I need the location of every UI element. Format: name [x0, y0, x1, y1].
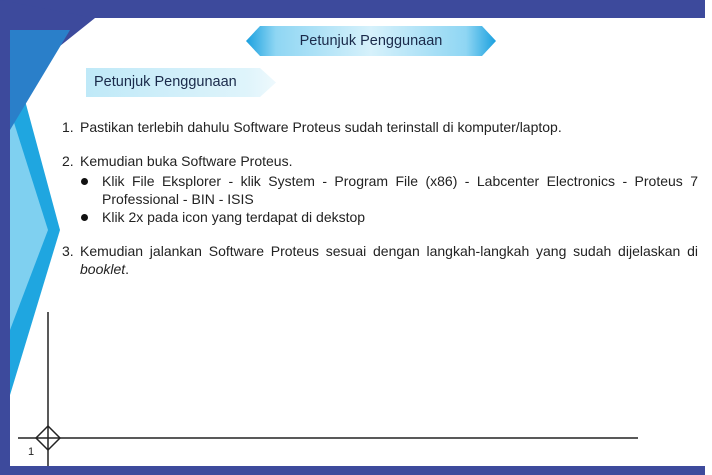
right-margin: [705, 0, 712, 475]
slide-page: Petunjuk Penggunaan Petunjuk Penggunaan …: [0, 0, 712, 475]
page-number: 1: [28, 446, 35, 458]
corner-axis-decoration: [18, 312, 638, 466]
